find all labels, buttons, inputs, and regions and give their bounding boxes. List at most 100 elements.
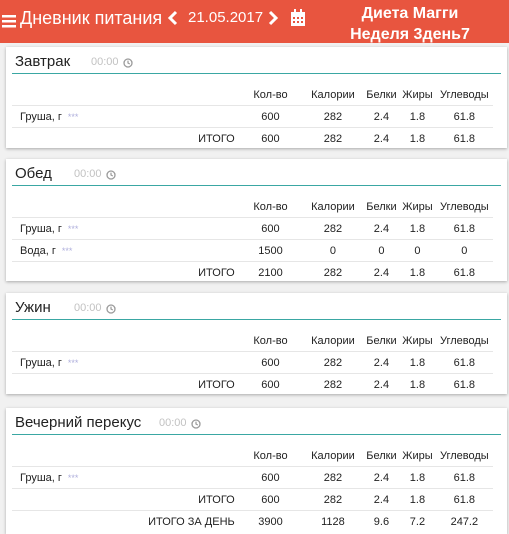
carbs-value: 0 — [435, 239, 493, 262]
total-label: ИТОГО — [162, 373, 239, 395]
more-icon[interactable]: *** — [68, 224, 79, 234]
food-name[interactable]: Груша, г — [20, 111, 62, 123]
meal-name: Обед — [15, 165, 52, 182]
table-row[interactable]: Груша, г *** 600 282 2.4 1.8 61.8 — [12, 351, 493, 374]
food-name[interactable]: Груша, г — [20, 357, 62, 369]
qty-value: 600 — [238, 217, 303, 240]
meal-card-evening-snack: Вечерний перекус 00:00 Кол-во Калории Бе… — [6, 408, 507, 534]
meal-name: Вечерний перекус — [15, 414, 142, 431]
col-protein: Белки — [366, 449, 397, 462]
diet-info: Диета Магги Неделя 3день7 — [330, 3, 490, 45]
carbs-value: 61.8 — [435, 351, 493, 374]
total-protein: 2.4 — [363, 261, 400, 283]
qty-value: 600 — [238, 351, 303, 374]
col-qty: Кол-во — [253, 449, 288, 462]
diet-name: Диета Магги — [361, 5, 459, 22]
table-row[interactable]: Груша, г *** 600 282 2.4 1.8 61.8 — [12, 466, 493, 489]
total-carbs: 61.8 — [435, 127, 493, 149]
col-protein: Белки — [366, 88, 397, 101]
meal-time[interactable]: 00:00 — [91, 56, 119, 68]
meal-name: Завтрак — [15, 53, 71, 70]
total-row: ИТОГО 2100 282 2.4 1.8 61.8 — [12, 261, 493, 283]
total-label: ИТОГО — [162, 127, 239, 149]
day-total-carbs: 247.2 — [435, 510, 493, 532]
clock-icon — [106, 301, 116, 314]
day-total-row: ИТОГО ЗА ДЕНЬ 3900 1128 9.6 7.2 247.2 — [12, 510, 493, 532]
table-header: Кол-во Калории Белки Жиры Углеводы — [12, 445, 493, 467]
table-header: Кол-во Калории Белки Жиры Углеводы — [12, 330, 493, 352]
col-carbs: Углеводы — [439, 334, 489, 347]
qty-value: 600 — [238, 105, 303, 128]
table-row[interactable]: Груша, г *** 600 282 2.4 1.8 61.8 — [12, 217, 493, 240]
total-protein: 2.4 — [363, 373, 400, 395]
more-icon[interactable]: *** — [68, 112, 79, 122]
food-name[interactable]: Груша, г — [20, 472, 62, 484]
meal-table: Кол-во Калории Белки Жиры Углеводы Груша… — [12, 330, 493, 395]
divider — [12, 434, 501, 435]
menu-icon[interactable] — [2, 11, 16, 31]
divider — [12, 319, 501, 320]
clock-icon — [123, 55, 133, 68]
total-row: ИТОГО 600 282 2.4 1.8 61.8 — [12, 488, 493, 511]
table-row[interactable]: Вода, г *** 1500 0 0 0 0 — [12, 239, 493, 262]
protein-value: 2.4 — [363, 351, 400, 374]
meal-time[interactable]: 00:00 — [74, 168, 102, 180]
app-title: Дневник питания — [20, 8, 163, 28]
day-total-protein: 9.6 — [363, 510, 400, 532]
more-icon[interactable]: *** — [68, 358, 79, 368]
day-total-label: ИТОГО ЗА ДЕНЬ — [12, 510, 239, 532]
col-protein: Белки — [366, 334, 397, 347]
total-label: ИТОГО — [162, 261, 239, 283]
chevron-left-icon[interactable] — [166, 8, 180, 28]
total-kcal: 282 — [302, 488, 364, 511]
col-protein: Белки — [366, 200, 397, 213]
meal-card-dinner: Ужин 00:00 Кол-во Калории Белки Жиры Угл… — [6, 293, 507, 395]
total-qty: 600 — [238, 488, 303, 511]
diet-week-day: Неделя 3день7 — [350, 26, 470, 43]
fat-value: 1.8 — [399, 351, 436, 374]
total-kcal: 282 — [302, 127, 364, 149]
total-row: ИТОГО 600 282 2.4 1.8 61.8 — [12, 127, 493, 149]
col-carbs: Углеводы — [439, 200, 489, 213]
total-kcal: 282 — [302, 373, 364, 395]
col-fat: Жиры — [402, 200, 433, 213]
qty-value: 1500 — [238, 239, 303, 262]
col-qty: Кол-во — [253, 334, 288, 347]
app-header: Дневник питания 21.05.2017 Диета Магги Н… — [0, 0, 509, 43]
meal-table: Кол-во Калории Белки Жиры Углеводы Груша… — [12, 445, 493, 532]
meal-time[interactable]: 00:00 — [159, 417, 187, 429]
fat-value: 1.8 — [399, 105, 436, 128]
table-header: Кол-во Калории Белки Жиры Углеводы — [12, 196, 493, 218]
kcal-value: 282 — [302, 351, 364, 374]
more-icon[interactable]: *** — [62, 246, 73, 256]
calendar-icon[interactable] — [290, 9, 306, 27]
col-fat: Жиры — [402, 449, 433, 462]
protein-value: 2.4 — [363, 105, 400, 128]
carbs-value: 61.8 — [435, 466, 493, 489]
meal-time[interactable]: 00:00 — [74, 302, 102, 314]
col-qty: Кол-во — [253, 88, 288, 101]
fat-value: 1.8 — [399, 217, 436, 240]
total-fat: 1.8 — [399, 261, 436, 283]
total-kcal: 282 — [302, 261, 364, 283]
table-row[interactable]: Груша, г *** 600 282 2.4 1.8 61.8 — [12, 105, 493, 128]
chevron-right-icon[interactable] — [266, 8, 280, 28]
more-icon[interactable]: *** — [68, 473, 79, 483]
meal-card-lunch: Обед 00:00 Кол-во Калории Белки Жиры Угл… — [6, 159, 507, 283]
total-carbs: 61.8 — [435, 261, 493, 283]
col-carbs: Углеводы — [439, 88, 489, 101]
current-date[interactable]: 21.05.2017 — [188, 8, 263, 28]
protein-value: 2.4 — [363, 466, 400, 489]
total-label: ИТОГО — [162, 488, 239, 511]
day-total-fat: 7.2 — [399, 510, 436, 532]
total-protein: 2.4 — [363, 488, 400, 511]
table-header: Кол-во Калории Белки Жиры Углеводы — [12, 84, 493, 106]
carbs-value: 61.8 — [435, 217, 493, 240]
food-name[interactable]: Груша, г — [20, 223, 62, 235]
total-fat: 1.8 — [399, 488, 436, 511]
food-name[interactable]: Вода, г — [20, 245, 56, 257]
col-fat: Жиры — [402, 334, 433, 347]
total-fat: 1.8 — [399, 127, 436, 149]
meal-table: Кол-во Калории Белки Жиры Углеводы Груша… — [12, 196, 493, 283]
qty-value: 600 — [238, 466, 303, 489]
